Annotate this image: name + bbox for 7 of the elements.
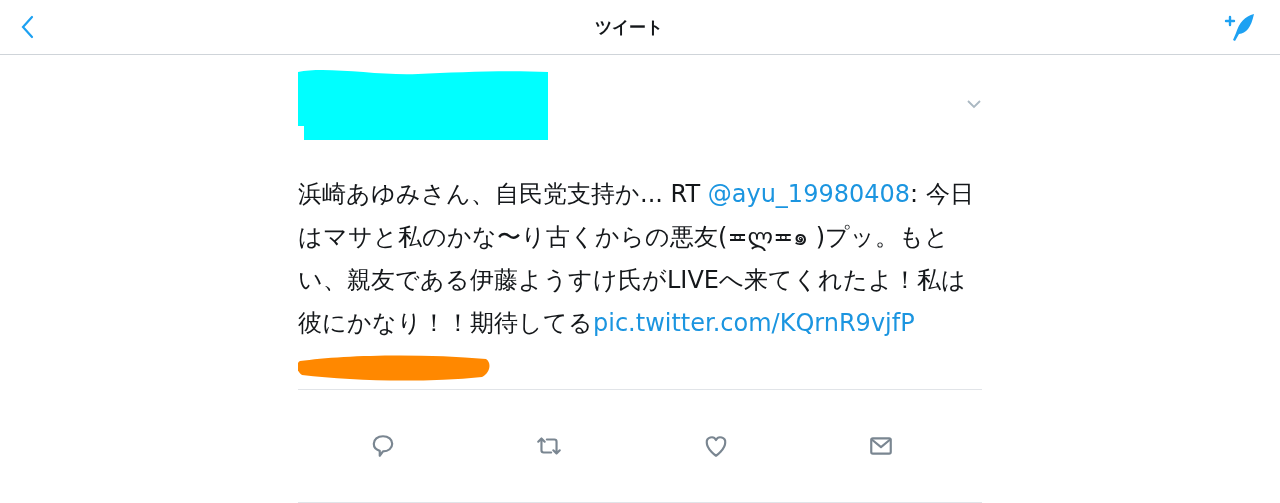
back-button[interactable] xyxy=(20,15,34,39)
tweet-text: 浜崎あゆみさん、自民党支持か... RT @ayu_19980408: 今日はマサと私のかな〜り古くからの悪友(≖ლ≖๑ )プッ。もとい、親友である伊藤ようすけ氏がLIVEへ来てくれたよ！私は彼にかなり！！期待してる pic.twitter.com/KQrnR9vjfP xyxy=(298,179,975,339)
screen-title: ツイート xyxy=(595,15,663,39)
mention-link[interactable]: @ayu_19980408 xyxy=(707,180,910,208)
picture-link[interactable]: pic.twitter.com/KQrnR9vjfP xyxy=(593,309,915,337)
reply-icon[interactable] xyxy=(370,433,396,459)
chevron-down-icon[interactable] xyxy=(966,99,982,109)
